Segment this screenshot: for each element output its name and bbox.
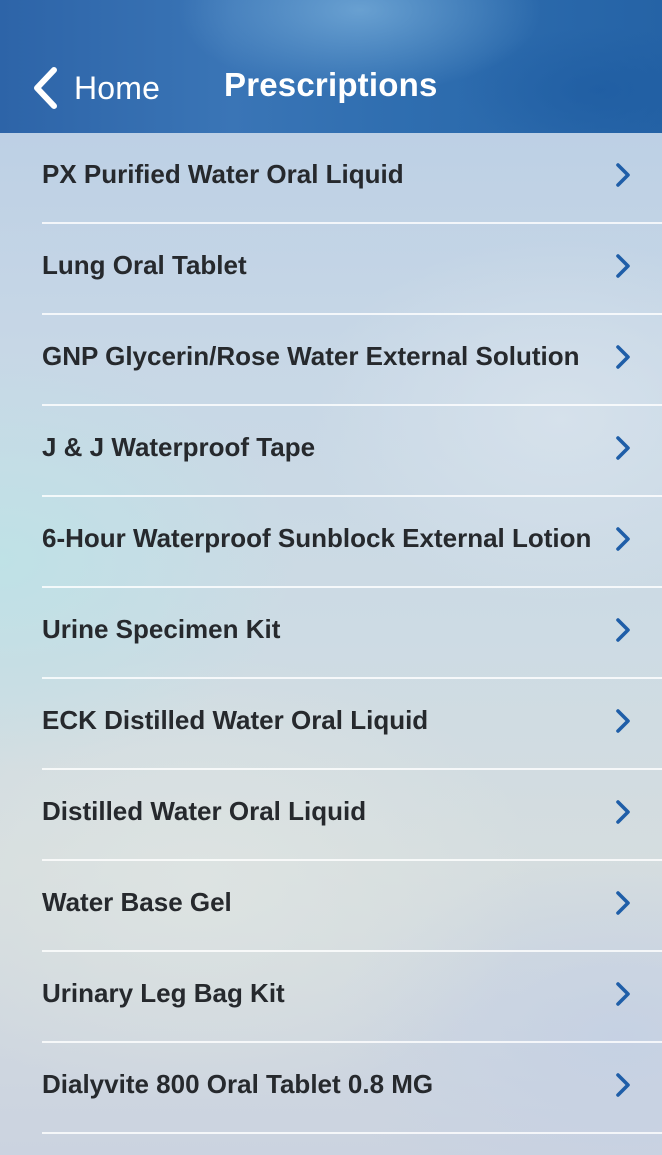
- item-label: GNP Glycerin/Rose Water External Solutio…: [42, 341, 580, 371]
- item-label: Dialyvite 800 Oral Tablet 0.8 MG: [42, 1069, 434, 1099]
- chevron-right-icon: [616, 436, 630, 460]
- list-item[interactable]: 6-Hour Waterproof Sunblock External Loti…: [0, 497, 662, 588]
- list-item[interactable]: PX Purified Water Oral Liquid: [0, 133, 662, 224]
- item-label: Water Base Gel: [42, 887, 232, 917]
- list-item[interactable]: Dialyvite 800 Oral Tablet 0.8 MG: [0, 1043, 662, 1134]
- prescription-list: PX Purified Water Oral Liquid Lung Oral …: [0, 133, 662, 1134]
- list-item[interactable]: Urine Specimen Kit: [0, 588, 662, 679]
- chevron-right-icon: [616, 800, 630, 824]
- list-item[interactable]: Distilled Water Oral Liquid: [0, 770, 662, 861]
- chevron-right-icon: [616, 527, 630, 551]
- back-button[interactable]: Home: [30, 58, 160, 118]
- item-label: Distilled Water Oral Liquid: [42, 796, 367, 826]
- item-label: 6-Hour Waterproof Sunblock External Loti…: [42, 523, 592, 553]
- page-title: Prescriptions: [224, 66, 438, 103]
- list-item[interactable]: Urinary Leg Bag Kit: [0, 952, 662, 1043]
- chevron-right-icon: [616, 345, 630, 369]
- item-label: Urinary Leg Bag Kit: [42, 978, 285, 1008]
- list-item[interactable]: ECK Distilled Water Oral Liquid: [0, 679, 662, 770]
- chevron-right-icon: [616, 982, 630, 1006]
- item-label: ECK Distilled Water Oral Liquid: [42, 705, 429, 735]
- chevron-right-icon: [616, 618, 630, 642]
- chevron-right-icon: [616, 254, 630, 278]
- chevron-right-icon: [616, 709, 630, 733]
- item-label: Lung Oral Tablet: [42, 250, 247, 280]
- list-item[interactable]: GNP Glycerin/Rose Water External Solutio…: [0, 315, 662, 406]
- chevron-left-icon: [34, 67, 57, 109]
- nav-bar: Home Prescriptions: [0, 0, 662, 133]
- chevron-right-icon: [616, 891, 630, 915]
- list-item[interactable]: J & J Waterproof Tape: [0, 406, 662, 497]
- back-label: Home: [74, 69, 161, 106]
- item-label: J & J Waterproof Tape: [42, 432, 316, 462]
- list-item[interactable]: Lung Oral Tablet: [0, 224, 662, 315]
- chevron-right-icon: [616, 1073, 630, 1097]
- chevron-right-icon: [616, 163, 630, 187]
- item-label: Urine Specimen Kit: [42, 614, 281, 644]
- list-item[interactable]: Water Base Gel: [0, 861, 662, 952]
- item-label: PX Purified Water Oral Liquid: [42, 159, 404, 189]
